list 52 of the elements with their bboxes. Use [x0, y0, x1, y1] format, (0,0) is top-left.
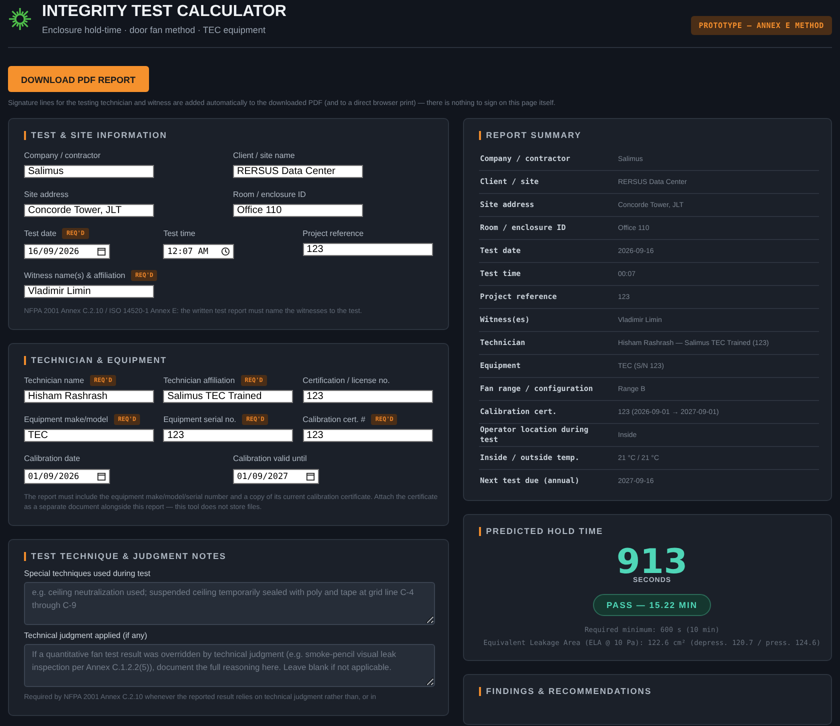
field-label: Site address [24, 190, 68, 198]
input-field[interactable]: 123 [163, 429, 294, 442]
input-field[interactable]: Vladimir Limin [24, 285, 154, 298]
input-field[interactable]: Office 110 [233, 204, 363, 217]
field-label: Calibration date [24, 454, 80, 462]
calendar-icon[interactable] [97, 472, 106, 481]
hold-time-value: 913 [616, 547, 688, 577]
field-label: Company / contractor [24, 150, 100, 160]
app-subtitle: Enclosure hold-time · door fan method · TEC equipment [42, 25, 266, 35]
field-label: Technical judgment applied (if any) [24, 631, 148, 640]
field-label: Test time [163, 228, 196, 238]
input-field[interactable]: 123 [302, 243, 433, 256]
date-field[interactable]: 01/09/2026 [24, 469, 110, 484]
date-field[interactable]: 16/09/2026 [24, 244, 110, 259]
calendar-icon[interactable] [97, 247, 106, 256]
field-label: Project reference [302, 228, 364, 238]
input-field[interactable]: 123 [302, 390, 433, 403]
calendar-icon[interactable] [306, 472, 315, 481]
field-label: Calibration cert. # [302, 414, 366, 424]
panel-title: PREDICTED HOLD TIME [486, 526, 604, 536]
panel-title: TEST & SITE INFORMATION [31, 130, 168, 140]
input-field[interactable]: RERSUS Data Center [233, 165, 363, 178]
field-label: Client / site name [233, 150, 295, 160]
field-label: Technician name [24, 376, 84, 384]
field-label: Calibration valid until [233, 454, 307, 462]
input-field[interactable]: Salimus TEC Trained [163, 390, 294, 403]
field-label: Technician affiliation [163, 376, 235, 384]
input-field[interactable]: Salimus [24, 165, 154, 178]
notes-textarea[interactable]: e.g. ceiling neutralization used; suspended ceiling temporarily sealed with poly and tape at grid line C-4 through C-9 [24, 582, 435, 625]
panel-title: TECHNICIAN & EQUIPMENT [31, 355, 167, 365]
clock-icon[interactable] [221, 247, 230, 256]
panel-title: FINDINGS & RECOMMENDATIONS [486, 686, 652, 696]
panel-title: TEST TECHNIQUE & JUDGMENT NOTES [31, 551, 226, 561]
input-field[interactable]: Concorde Tower, JLT [24, 204, 154, 217]
notes-textarea[interactable]: If a quantitative fan test result was overridden by technical judgment (e.g. smoke-pencil visual leak inspection per Annex C.1.2.2(5)), document the full reasoning here. Leave blank if not applicable. [24, 644, 435, 687]
time-field[interactable]: 12:07 AM [163, 244, 234, 259]
download-pdf-button[interactable]: DOWNLOAD PDF REPORT [8, 66, 148, 92]
field-label: Test date [24, 228, 56, 238]
date-field[interactable]: 01/09/2027 [233, 469, 319, 484]
app-title: INTEGRITY TEST CALCULATOR [42, 2, 288, 22]
input-field[interactable]: Hisham Rashrash [24, 390, 154, 403]
panel-title: REPORT SUMMARY [486, 130, 582, 140]
result-pill: PASS — 15.22 MIN [592, 594, 712, 616]
field-label: Equipment make/model [24, 414, 108, 424]
field-label: Witness name(s) & affiliation [24, 270, 126, 280]
input-field[interactable]: 123 [302, 429, 433, 442]
field-label: Special techniques used during test [24, 569, 152, 578]
field-label: Room / enclosure ID [233, 190, 306, 198]
field-label: Equipment serial no. [163, 414, 236, 424]
field-label: Certification / license no. [302, 376, 390, 384]
input-field[interactable]: TEC [24, 429, 154, 442]
starburst-logo-icon [8, 7, 32, 31]
